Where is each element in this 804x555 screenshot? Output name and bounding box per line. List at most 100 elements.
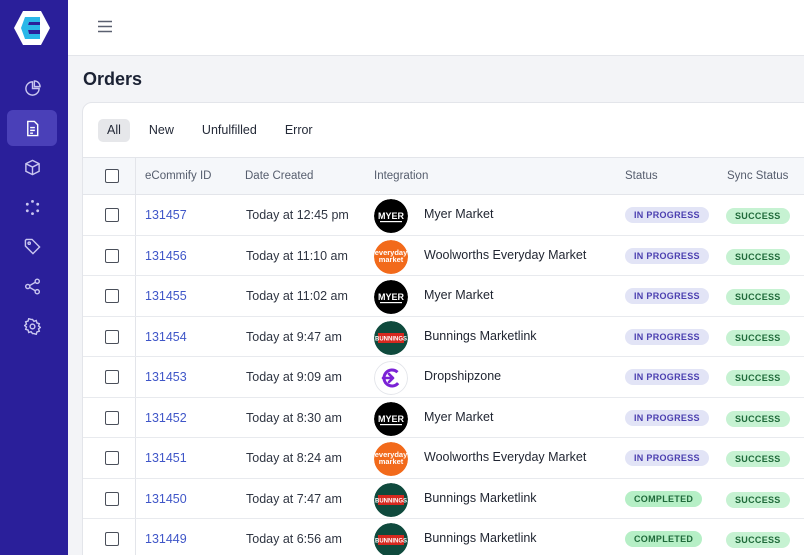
order-id-link[interactable]: 131456 xyxy=(145,249,187,263)
bunnings-logo-icon: BUNNINGS xyxy=(374,482,408,517)
svg-text:market: market xyxy=(379,457,404,466)
sidebar-item-connections[interactable] xyxy=(7,268,57,304)
top-bar xyxy=(68,0,804,56)
row-checkbox[interactable] xyxy=(105,410,119,425)
sidebar-item-products[interactable] xyxy=(7,149,57,185)
bunnings-logo-icon: BUNNINGS xyxy=(374,320,408,355)
order-id-link[interactable]: 131453 xyxy=(145,370,187,384)
order-id-link[interactable]: 131451 xyxy=(145,451,187,465)
column-header-sync-status[interactable]: Sync Status xyxy=(727,170,788,182)
tab-all[interactable]: All xyxy=(98,119,130,142)
row-checkbox[interactable] xyxy=(105,208,119,222)
sync-status-badge: SUCCESS xyxy=(726,329,790,346)
table-header: eCommify ID Date Created Integration Sta… xyxy=(83,157,804,195)
order-id-link[interactable]: 131452 xyxy=(145,411,187,425)
date-created: Today at 9:47 am xyxy=(246,329,342,344)
tab-unfulfilled[interactable]: Unfulfilled xyxy=(193,119,266,142)
ecommify-logo-icon[interactable] xyxy=(13,10,51,46)
sidebar xyxy=(0,0,68,555)
row-checkbox[interactable] xyxy=(105,248,119,263)
myer-logo-icon: MYER xyxy=(374,401,408,436)
status-badge: IN PROGRESS xyxy=(625,288,709,304)
sidebar-item-integrations[interactable] xyxy=(7,189,57,225)
table-row[interactable]: 131453 Today at 9:09 am Dropshipzone IN PRO… xyxy=(83,357,804,398)
status-badge: IN PROGRESS xyxy=(625,450,709,466)
document-icon xyxy=(26,120,38,136)
sync-status-badge: SUCCESS xyxy=(726,451,790,467)
table-row[interactable]: 131455 Today at 11:02 am MYER Myer Market IN… xyxy=(83,276,804,317)
order-id-link[interactable]: 131455 xyxy=(145,289,187,303)
sidebar-item-settings[interactable] xyxy=(7,308,57,344)
order-id-link[interactable]: 131450 xyxy=(145,492,187,506)
tag-icon xyxy=(24,238,41,255)
share-icon xyxy=(24,278,40,294)
sidebar-item-dashboard[interactable] xyxy=(7,70,57,106)
row-checkbox[interactable] xyxy=(105,491,119,506)
pie-chart-icon xyxy=(24,79,41,96)
circle-nodes-icon xyxy=(25,199,39,215)
cube-icon xyxy=(24,159,40,175)
menu-icon[interactable] xyxy=(98,20,112,33)
everyday-logo-icon: everyday market xyxy=(374,442,408,476)
row-checkbox[interactable] xyxy=(105,329,119,344)
table-row[interactable]: 131456 Today at 11:10 am everyday market Woo… xyxy=(83,236,804,276)
date-created: Today at 9:09 am xyxy=(246,370,342,384)
date-created: Today at 8:30 am xyxy=(246,410,342,425)
table-row[interactable]: 131457 Today at 12:45 pm MYER Myer Market IN… xyxy=(83,195,804,236)
svg-text:BUNNINGS: BUNNINGS xyxy=(375,539,407,545)
row-checkbox[interactable] xyxy=(105,289,119,303)
column-header-integration[interactable]: Integration xyxy=(374,170,428,182)
date-created: Today at 8:24 am xyxy=(246,451,342,465)
table-row[interactable]: 131449 Today at 6:56 am BUNNINGS Bunnings M… xyxy=(83,519,804,555)
table-row[interactable]: 131452 Today at 8:30 am MYER Myer Market IN … xyxy=(83,398,804,438)
date-created: Today at 12:45 pm xyxy=(246,208,349,222)
status-badge: COMPLETED xyxy=(625,531,703,547)
column-header-id[interactable]: eCommify ID xyxy=(145,170,211,182)
order-id-link[interactable]: 131457 xyxy=(145,208,187,222)
bunnings-logo-icon: BUNNINGS xyxy=(374,523,408,555)
row-checkbox[interactable] xyxy=(105,370,119,384)
svg-text:market: market xyxy=(379,255,404,264)
order-id-link[interactable]: 131449 xyxy=(145,532,187,546)
myer-logo-icon: MYER xyxy=(374,199,408,233)
sync-status-badge: SUCCESS xyxy=(726,289,790,305)
select-all-checkbox[interactable] xyxy=(105,169,119,183)
integration-name: Myer Market xyxy=(424,409,494,424)
integration-name: Bunnings Marketlink xyxy=(424,490,537,505)
column-header-date[interactable]: Date Created xyxy=(245,170,313,182)
status-badge: IN PROGRESS xyxy=(625,247,709,264)
date-created: Today at 11:02 am xyxy=(246,289,348,303)
sync-status-badge: SUCCESS xyxy=(726,410,790,427)
myer-logo-icon: MYER xyxy=(374,280,408,314)
table-row[interactable]: 131454 Today at 9:47 am BUNNINGS Bunnings M… xyxy=(83,317,804,357)
status-badge: COMPLETED xyxy=(625,490,703,507)
settings-icon xyxy=(23,317,41,335)
sync-status-badge: SUCCESS xyxy=(726,208,790,224)
everyday-logo-icon: everyday market xyxy=(374,239,408,274)
integration-name: Bunnings Marketlink xyxy=(424,531,537,545)
sidebar-item-orders[interactable] xyxy=(7,110,57,146)
integration-name: Bunnings Marketlink xyxy=(424,328,537,343)
order-id-link[interactable]: 131454 xyxy=(145,330,187,344)
table-row[interactable]: 131451 Today at 8:24 am everyday market Wool… xyxy=(83,438,804,479)
status-badge: IN PROGRESS xyxy=(625,409,709,426)
integration-name: Woolworths Everyday Market xyxy=(424,247,587,262)
orders-card: All New Unfulfilled Error eCommify ID Da… xyxy=(82,102,804,555)
column-header-status[interactable]: Status xyxy=(625,170,658,182)
dropship-logo-icon xyxy=(374,361,408,395)
order-filter-tabs: All New Unfulfilled Error xyxy=(98,119,332,143)
row-checkbox[interactable] xyxy=(105,451,119,465)
svg-text:BUNNINGS: BUNNINGS xyxy=(375,336,407,342)
row-checkbox[interactable] xyxy=(105,532,119,546)
date-created: Today at 6:56 am xyxy=(246,532,342,546)
sync-status-badge: SUCCESS xyxy=(726,532,790,548)
tab-error[interactable]: Error xyxy=(276,119,322,142)
date-created: Today at 11:10 am xyxy=(246,248,348,263)
tab-new[interactable]: New xyxy=(140,119,183,142)
table-row[interactable]: 131450 Today at 7:47 am BUNNINGS Bunnings M… xyxy=(83,479,804,519)
status-badge: IN PROGRESS xyxy=(625,369,709,385)
status-badge: IN PROGRESS xyxy=(625,328,709,345)
svg-text:MYER: MYER xyxy=(378,414,405,424)
sidebar-item-tags[interactable] xyxy=(7,228,57,264)
sync-status-badge: SUCCESS xyxy=(726,370,790,386)
